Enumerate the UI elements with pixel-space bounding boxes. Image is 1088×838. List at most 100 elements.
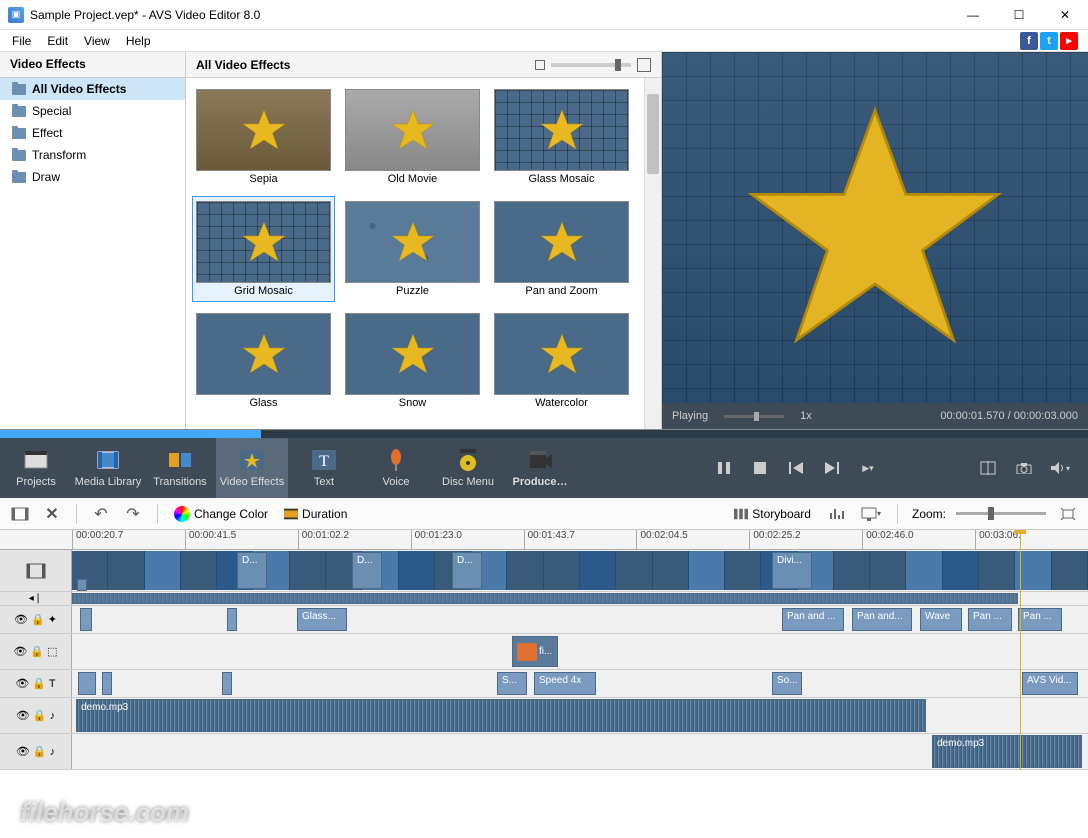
effect-thumb-glass[interactable]: Glass [192,308,335,414]
storyboard-toggle[interactable]: Storyboard [730,507,815,521]
playback-scrubber[interactable] [0,430,1088,438]
text-clip[interactable]: So... [772,672,802,695]
effect-thumb-pan-and-zoom[interactable]: Pan and Zoom [490,196,633,302]
video-track-header[interactable] [0,550,72,591]
effect-clip[interactable]: Wave [920,608,962,631]
display-settings-icon[interactable]: ▾ [859,502,883,526]
facebook-icon[interactable]: f [1020,32,1038,50]
text-clip[interactable]: S... [497,672,527,695]
effects-track[interactable]: Glass... Pan and ... Pan and... Wave Pan… [72,606,1088,633]
audio1-track[interactable]: demo.mp3 [72,698,1088,733]
audio-clip[interactable]: demo.mp3 [76,699,926,732]
maximize-button[interactable]: ☐ [996,0,1042,30]
minimize-button[interactable]: — [950,0,996,30]
text-clip[interactable]: AVS Vid... [1022,672,1078,695]
toolbar-video-effects[interactable]: Video Effects [216,438,288,498]
gallery-scrollbar[interactable] [644,78,661,429]
toolbar-voice[interactable]: Voice [360,438,432,498]
volume-button[interactable]: ▾ [1044,448,1076,488]
timeline-zoom-slider[interactable] [956,512,1046,515]
speed-slider[interactable] [724,415,784,418]
audio2-track[interactable]: demo.mp3 [72,734,1088,769]
audio-clip[interactable]: demo.mp3 [932,735,1082,768]
text-clip[interactable]: Speed 4x [534,672,596,695]
stop-button[interactable] [744,448,776,488]
overlay-track[interactable]: fi... [72,634,1088,669]
delete-button[interactable]: ✕ [40,502,64,526]
video-track[interactable]: D... D... D... Divi... [72,550,1088,591]
effect-clip[interactable] [80,608,92,631]
folder-icon [12,128,26,139]
effect-clip[interactable]: Pan ... [1018,608,1062,631]
effect-clip[interactable] [227,608,237,631]
effect-thumb-glass-mosaic[interactable]: Glass Mosaic [490,84,633,190]
effect-thumb-watercolor[interactable]: Watercolor [490,308,633,414]
video-audio-header[interactable]: ◂❘ [0,592,72,605]
app-icon: ▣ [8,7,24,23]
playback-menu-button[interactable]: ▶▾ [852,448,884,488]
snapshot-button[interactable] [1008,448,1040,488]
effect-thumb-puzzle[interactable]: Puzzle [341,196,484,302]
tree-special[interactable]: Special [0,100,185,122]
thumbnail-size-control[interactable] [535,58,651,72]
toolbar-media-library[interactable]: Media Library [72,438,144,498]
window-title: Sample Project.vep* - AVS Video Editor 8… [30,8,950,22]
menu-edit[interactable]: Edit [39,32,76,50]
tree-effect[interactable]: Effect [0,122,185,144]
toolbar-produce[interactable]: Produce… [504,438,576,498]
toolbar-disc-menu[interactable]: Disc Menu [432,438,504,498]
effect-thumb-old-movie[interactable]: Old Movie [341,84,484,190]
close-button[interactable]: ✕ [1042,0,1088,30]
tree-draw[interactable]: Draw [0,166,185,188]
overlay-clip[interactable]: fi... [512,636,558,667]
toolbar-text[interactable]: TText [288,438,360,498]
watermark: filehorse.com [20,797,189,828]
youtube-icon[interactable]: ▸ [1060,32,1078,50]
add-clip-icon[interactable] [8,502,32,526]
menu-help[interactable]: Help [118,32,159,50]
text-clip[interactable] [102,672,112,695]
duration-button[interactable]: Duration [280,507,351,521]
tree-transform[interactable]: Transform [0,144,185,166]
split-button[interactable] [972,448,1004,488]
overlay-track-header[interactable]: 👁 🔒 ⬚ [0,634,72,669]
folder-icon [12,150,26,161]
effect-clip[interactable]: Glass... [297,608,347,631]
effects-track-header[interactable]: 👁 🔒 ✦ [0,606,72,633]
menu-file[interactable]: File [4,32,39,50]
audio-mixer-icon[interactable] [825,502,849,526]
effect-clip[interactable]: Pan and... [852,608,912,631]
video-clip[interactable]: D... [452,552,482,589]
audio2-track-header[interactable]: 👁 🔒 ♪ [0,734,72,769]
undo-button[interactable]: ↶ [89,502,113,526]
pause-button[interactable] [708,448,740,488]
text-clip[interactable] [222,672,232,695]
redo-button[interactable]: ↷ [121,502,145,526]
effect-thumb-grid-mosaic[interactable]: Grid Mosaic [192,196,335,302]
tree-all-effects[interactable]: All Video Effects [0,78,185,100]
fit-zoom-icon[interactable] [1056,502,1080,526]
color-wheel-icon [174,506,190,522]
effect-thumb-snow[interactable]: Snow [341,308,484,414]
twitter-icon[interactable]: t [1040,32,1058,50]
next-frame-button[interactable] [816,448,848,488]
video-clip[interactable]: Divi... [772,552,812,589]
toolbar-projects[interactable]: Projects [0,438,72,498]
effect-clip[interactable]: Pan ... [968,608,1012,631]
video-clip[interactable]: D... [237,552,267,589]
video-clip[interactable] [77,579,87,591]
change-color-button[interactable]: Change Color [170,506,272,522]
video-audio-track[interactable] [72,592,1088,605]
prev-frame-button[interactable] [780,448,812,488]
toolbar-transitions[interactable]: Transitions [144,438,216,498]
audio1-track-header[interactable]: 👁 🔒 ♪ [0,698,72,733]
text-clip[interactable] [78,672,96,695]
text-track-header[interactable]: 👁 🔒 T [0,670,72,697]
effect-thumb-sepia[interactable]: Sepia [192,84,335,190]
playhead[interactable] [1020,530,1021,770]
effect-clip[interactable]: Pan and ... [782,608,844,631]
video-clip[interactable]: D... [352,552,382,589]
timeline-ruler[interactable]: 00:00:20.700:00:41.500:01:02.200:01:23.0… [0,530,1088,550]
menu-view[interactable]: View [76,32,118,50]
text-track[interactable]: S... Speed 4x So... AVS Vid... [72,670,1088,697]
